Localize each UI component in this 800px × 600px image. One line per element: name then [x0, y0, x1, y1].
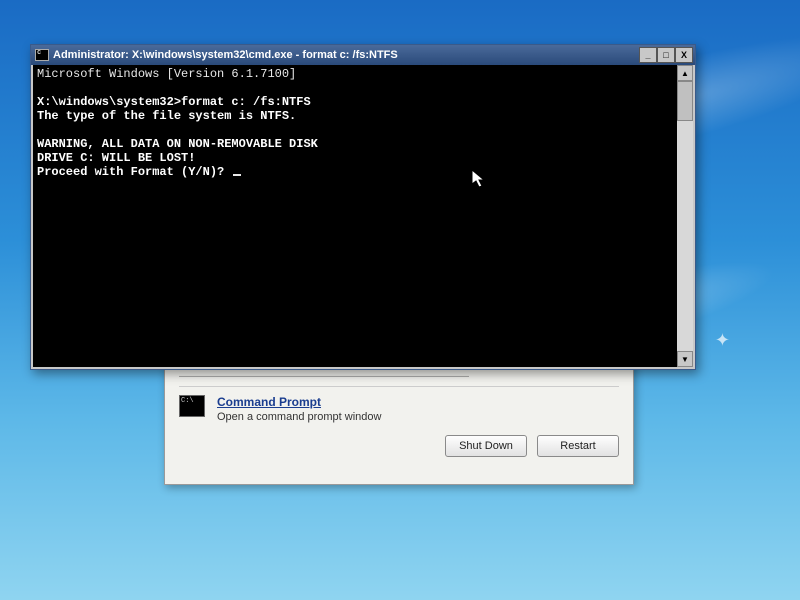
cmd-icon — [179, 395, 205, 417]
scrollbar[interactable]: ▲ ▼ — [677, 65, 693, 367]
shutdown-button[interactable]: Shut Down — [445, 435, 527, 457]
bird-decoration: ✦ — [715, 330, 730, 351]
minimize-button[interactable]: _ — [639, 47, 657, 63]
titlebar[interactable]: Administrator: X:\windows\system32\cmd.e… — [31, 45, 695, 65]
recovery-header-text: ————————————————————————————— — [179, 371, 619, 387]
command-prompt-link[interactable]: Command Prompt — [217, 395, 381, 409]
close-button[interactable]: X — [675, 47, 693, 63]
restart-button[interactable]: Restart — [537, 435, 619, 457]
scroll-thumb[interactable] — [677, 81, 693, 121]
terminal-output[interactable]: Microsoft Windows [Version 6.1.7100] X:\… — [33, 65, 677, 367]
cmd-window: Administrator: X:\windows\system32\cmd.e… — [30, 44, 696, 370]
scroll-track[interactable] — [677, 81, 693, 351]
cmd-body: Microsoft Windows [Version 6.1.7100] X:\… — [31, 65, 695, 369]
recovery-item-command-prompt[interactable]: Command Prompt Open a command prompt win… — [179, 395, 619, 423]
scroll-up-button[interactable]: ▲ — [677, 65, 693, 81]
cmd-app-icon — [35, 49, 49, 61]
terminal-cursor — [233, 174, 241, 176]
recovery-options-dialog: ————————————————————————————— Command Pr… — [164, 360, 634, 485]
scroll-down-button[interactable]: ▼ — [677, 351, 693, 367]
maximize-button[interactable]: □ — [657, 47, 675, 63]
command-prompt-desc: Open a command prompt window — [217, 411, 381, 423]
window-title: Administrator: X:\windows\system32\cmd.e… — [53, 49, 635, 61]
